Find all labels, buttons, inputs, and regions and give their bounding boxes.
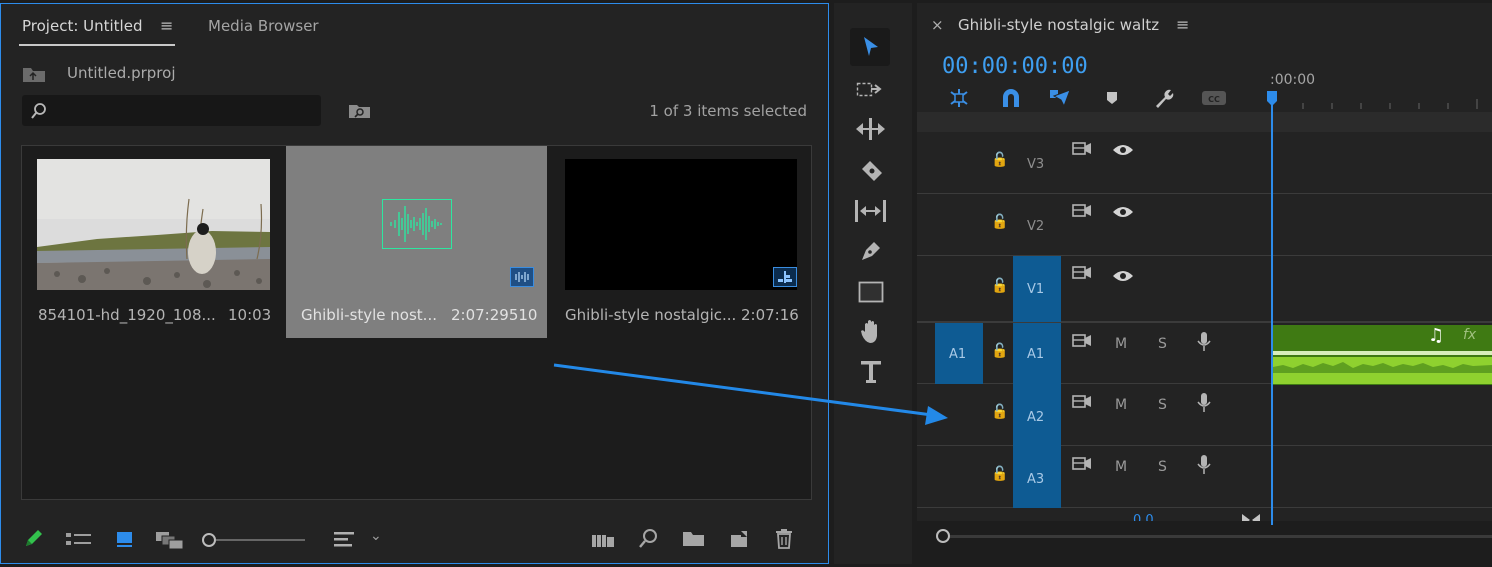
drag-arrow-annotation	[553, 363, 948, 425]
